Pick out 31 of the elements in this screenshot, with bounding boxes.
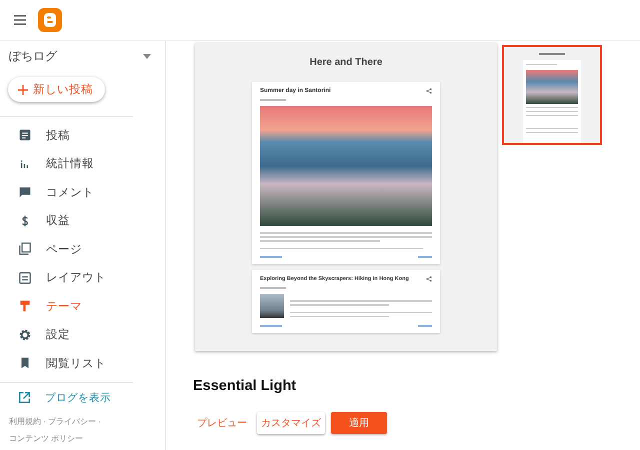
theme-thumbnail[interactable]: [502, 45, 602, 145]
pages-icon: [18, 242, 32, 256]
new-post-button[interactable]: 新しい投稿: [8, 77, 105, 102]
footer-links[interactable]: 利用規約 · プライバシー ·: [9, 412, 165, 430]
footer-links[interactable]: コンテンツ ポリシー: [9, 430, 165, 446]
nav-item[interactable]: コメント: [0, 178, 165, 206]
paint-roller-icon: [18, 299, 32, 314]
settings-icon: [18, 328, 32, 342]
nav-item[interactable]: ページ: [0, 235, 165, 264]
share-icon[interactable]: [426, 88, 432, 94]
plus-icon: [18, 84, 28, 94]
nav-item[interactable]: 設定: [0, 320, 165, 349]
theme-name: Essential Light: [193, 378, 298, 394]
nav-item[interactable]: 投稿: [0, 121, 165, 150]
customize-button[interactable]: カスタマイズ: [257, 412, 325, 434]
dropdown-caret-icon[interactable]: [143, 54, 151, 58]
photo-placeholder: [260, 294, 284, 318]
view-blog-link[interactable]: ブログを表示: [0, 382, 165, 412]
document-icon: [18, 128, 32, 142]
share-icon[interactable]: [426, 276, 432, 282]
layout-icon: [18, 270, 32, 285]
menu-icon[interactable]: [14, 15, 26, 25]
blog-title: Here and There: [310, 57, 382, 68]
blog-name[interactable]: ぽちログ: [9, 48, 57, 64]
nav-item[interactable]: 収益: [0, 206, 165, 235]
nav-item[interactable]: レイアウト: [0, 264, 165, 292]
speech-bubble-icon: [18, 185, 32, 200]
nav-item[interactable]: 閲覧リスト: [0, 349, 165, 378]
external-link-icon: [18, 391, 31, 404]
nav-item[interactable]: 統計情報: [0, 150, 165, 178]
logo-icon[interactable]: [38, 8, 62, 32]
